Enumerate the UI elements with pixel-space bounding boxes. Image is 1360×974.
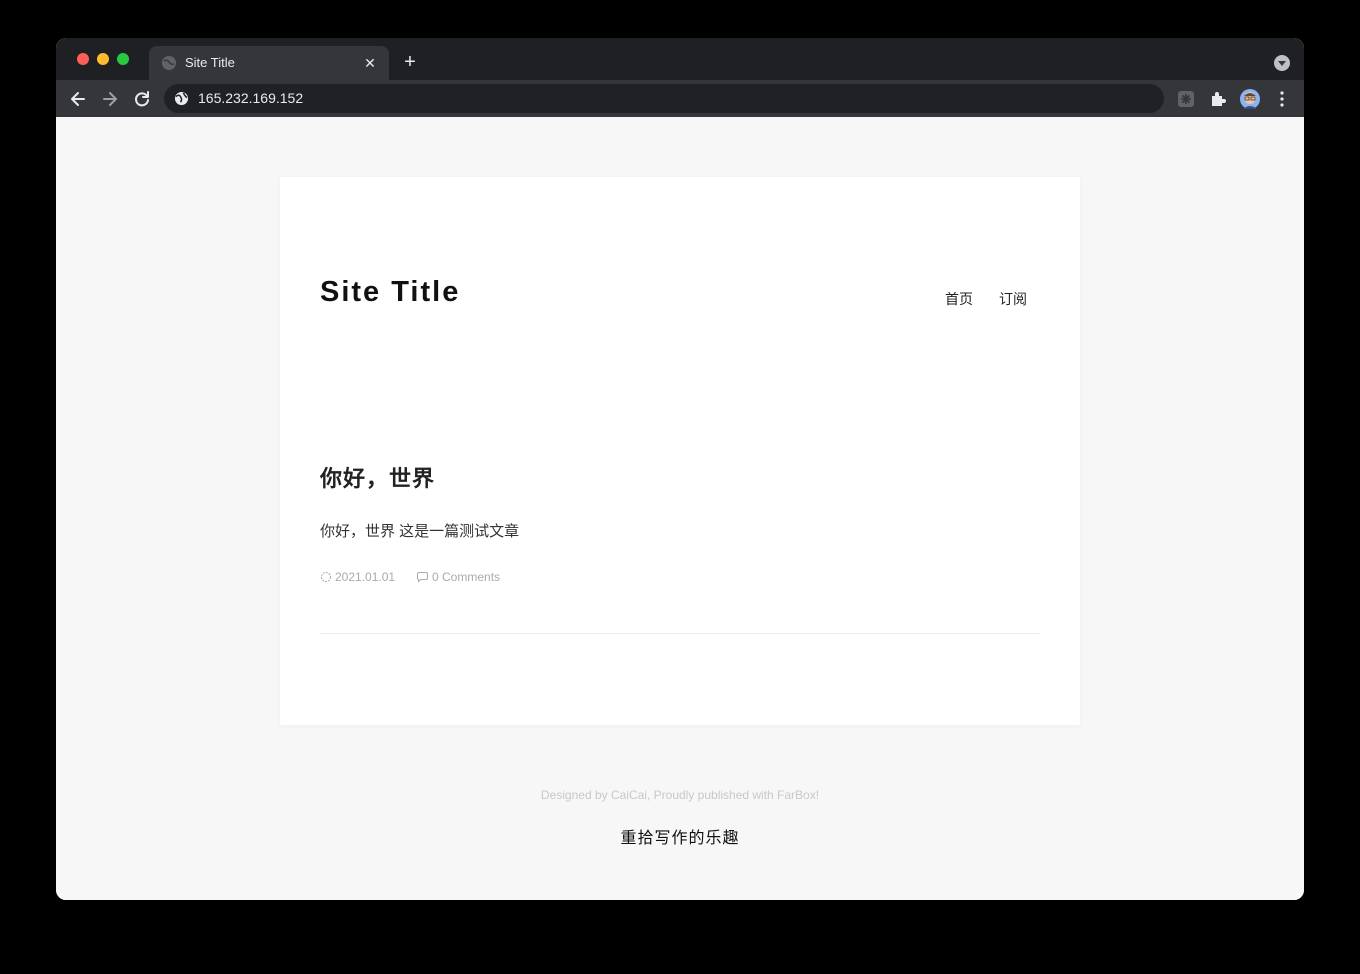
post-divider bbox=[320, 633, 1040, 634]
plus-icon[interactable]: + bbox=[400, 52, 420, 72]
footer-slogan: 重拾写作的乐趣 bbox=[620, 830, 740, 847]
post-comments-text[interactable]: 0 Comments bbox=[432, 570, 500, 584]
browser-tab[interactable]: Site Title ✕ bbox=[149, 46, 389, 80]
browser-toolbar: 165.232.169.152 bbox=[56, 80, 1304, 117]
forward-icon[interactable] bbox=[99, 88, 121, 110]
comment-icon bbox=[417, 572, 428, 583]
tab-title: Site Title bbox=[185, 55, 235, 70]
menu-icon[interactable] bbox=[1272, 89, 1292, 109]
close-icon[interactable]: ✕ bbox=[361, 54, 379, 72]
post-date: 2021.01.01 bbox=[320, 569, 395, 585]
clock-icon bbox=[321, 572, 331, 582]
post-comments[interactable]: 0 Comments bbox=[416, 569, 500, 585]
globe-icon bbox=[162, 56, 176, 70]
nav-subscribe-link[interactable]: 订阅 bbox=[999, 290, 1027, 308]
avatar[interactable] bbox=[1240, 89, 1260, 109]
nav-home-link[interactable]: 首页 bbox=[945, 290, 973, 308]
close-window-button[interactable] bbox=[77, 53, 89, 65]
page-content: Site Title 首页 订阅 你好，世界 你好，世界 这是一篇测试文章 20… bbox=[56, 117, 1304, 900]
back-icon[interactable] bbox=[67, 88, 89, 110]
browser-window: Site Title ✕ + 165.232.169.152 Site Titl… bbox=[56, 38, 1304, 900]
tab-search-icon[interactable] bbox=[1274, 55, 1290, 71]
extension-icon[interactable] bbox=[1176, 89, 1196, 109]
minimize-window-button[interactable] bbox=[97, 53, 109, 65]
address-bar[interactable]: 165.232.169.152 bbox=[164, 84, 1164, 113]
globe-icon[interactable] bbox=[174, 91, 189, 106]
post-date-text: 2021.01.01 bbox=[335, 570, 396, 584]
footer-credit: Designed by CaiCai, Proudly published wi… bbox=[540, 788, 820, 802]
post-excerpt: 你好，世界 这是一篇测试文章 bbox=[320, 523, 520, 540]
url-text[interactable]: 165.232.169.152 bbox=[198, 90, 303, 107]
puzzle-icon[interactable] bbox=[1208, 89, 1228, 109]
site-title[interactable]: Site Title bbox=[320, 274, 460, 310]
blog-card: Site Title 首页 订阅 你好，世界 你好，世界 这是一篇测试文章 20… bbox=[280, 177, 1080, 725]
post-title[interactable]: 你好，世界 bbox=[320, 465, 435, 493]
tab-strip: Site Title ✕ + bbox=[56, 38, 1304, 80]
maximize-window-button[interactable] bbox=[117, 53, 129, 65]
reload-icon[interactable] bbox=[131, 88, 153, 110]
